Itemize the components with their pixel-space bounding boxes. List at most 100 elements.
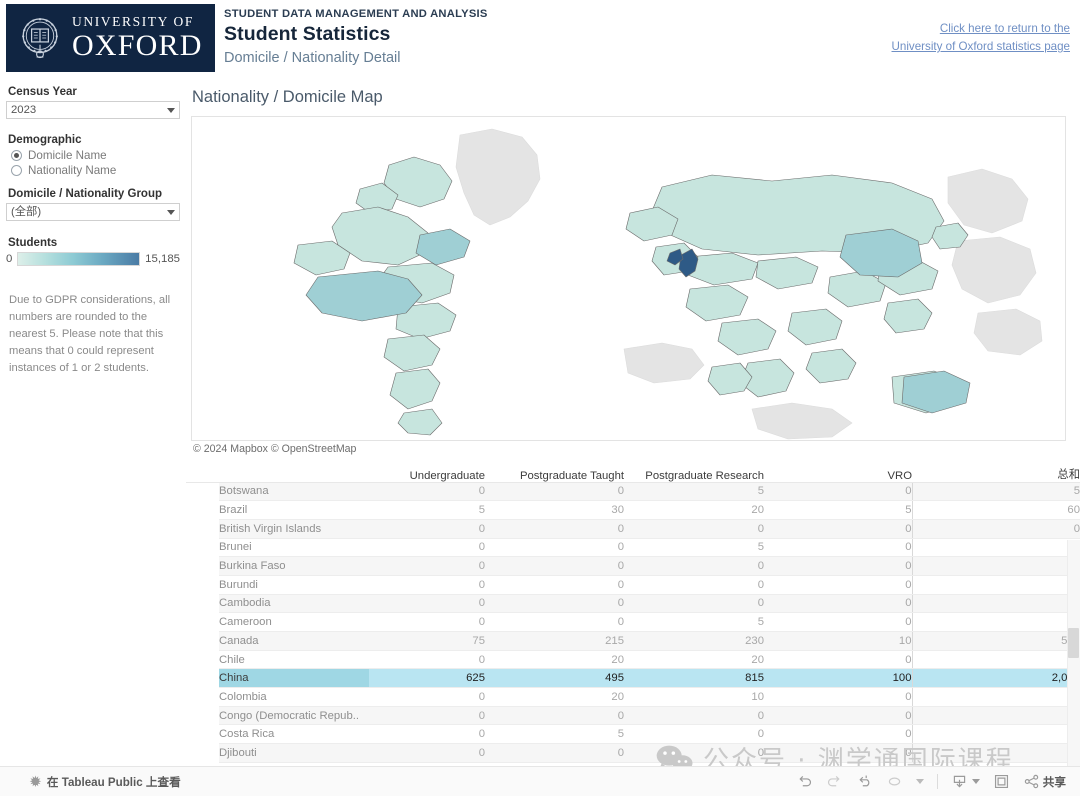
row-value-5[interactable]: 30 <box>911 687 1080 707</box>
row-value-1[interactable]: 0 <box>369 724 485 745</box>
row-value-3[interactable]: 5 <box>624 612 764 632</box>
row-value-4[interactable]: 0 <box>764 743 912 763</box>
row-country-name[interactable]: British Virgin Islands <box>219 519 369 539</box>
radio-nationality-name[interactable]: Nationality Name <box>11 164 180 177</box>
row-country-name[interactable]: Botswana <box>219 482 369 502</box>
col-header-postgraduate-taught[interactable]: Postgraduate Taught <box>485 460 624 483</box>
col-header-total[interactable]: 总和 <box>912 460 1080 483</box>
row-value-3[interactable]: 20 <box>624 500 764 520</box>
row-value-1[interactable]: 0 <box>369 519 485 539</box>
row-value-2[interactable]: 495 <box>485 668 624 689</box>
row-value-3[interactable]: 20 <box>624 650 764 670</box>
row-value-3[interactable]: 0 <box>624 743 764 763</box>
row-value-3[interactable]: 10 <box>624 687 764 707</box>
share-button[interactable]: 共享 <box>1023 773 1066 790</box>
row-value-4[interactable]: 0 <box>764 612 912 632</box>
view-on-tableau-public-button[interactable]: ✹ 在 Tableau Public 上查看 <box>30 774 181 790</box>
table-row[interactable]: Costa Rica050010 <box>186 724 1080 745</box>
row-country-name[interactable]: Burkina Faso <box>219 556 369 576</box>
row-value-5[interactable]: 0 <box>911 706 1080 726</box>
row-value-2[interactable]: 0 <box>485 575 624 595</box>
table-row[interactable]: Brunei00505 <box>186 538 1080 558</box>
row-value-4[interactable]: 0 <box>764 482 912 502</box>
row-value-2[interactable]: 215 <box>485 631 624 651</box>
row-value-4[interactable]: 0 <box>764 724 912 745</box>
row-value-5[interactable]: 40 <box>911 650 1080 670</box>
table-row[interactable]: Chile02020040 <box>186 650 1080 670</box>
row-value-1[interactable]: 0 <box>369 650 485 670</box>
row-value-3[interactable]: 0 <box>624 575 764 595</box>
table-row[interactable]: Brazil 5 30 20 5 60 <box>186 500 1080 520</box>
row-value-4[interactable]: 0 <box>764 706 912 726</box>
table-row[interactable]: Djibouti00000 <box>186 743 1080 763</box>
row-value-5[interactable]: 5 <box>911 482 1080 502</box>
row-value-2[interactable]: 0 <box>485 743 624 763</box>
table-row[interactable]: Cambodia00000 <box>186 594 1080 614</box>
fullscreen-button[interactable] <box>993 773 1010 790</box>
pause-dropdown-button[interactable] <box>915 779 924 784</box>
row-value-5[interactable]: 60 <box>911 500 1080 520</box>
row-value-3[interactable]: 230 <box>624 631 764 651</box>
table-vertical-scrollbar[interactable] <box>1067 540 1080 796</box>
return-to-statistics-link[interactable]: Click here to return to the University o… <box>840 20 1070 56</box>
row-value-2[interactable]: 0 <box>485 482 624 502</box>
row-value-5[interactable]: 0 <box>911 743 1080 763</box>
row-country-name[interactable]: Canada <box>219 631 369 651</box>
row-value-5[interactable]: 5 <box>911 612 1080 632</box>
download-button[interactable] <box>951 773 980 790</box>
row-value-1[interactable]: 0 <box>369 687 485 707</box>
row-country-name[interactable]: Congo (Democratic Repub.. <box>219 706 369 726</box>
table-row[interactable]: British Virgin Islands 0 0 0 0 0 <box>186 519 1080 539</box>
row-country-name[interactable]: Chile <box>219 650 369 670</box>
row-value-5[interactable]: 0 <box>911 556 1080 576</box>
row-value-3[interactable]: 0 <box>624 519 764 539</box>
group-dropdown[interactable]: (全部) <box>6 203 180 221</box>
scrollbar-thumb[interactable] <box>1068 628 1079 658</box>
row-value-2[interactable]: 0 <box>485 706 624 726</box>
row-value-1[interactable]: 0 <box>369 743 485 763</box>
table-row[interactable]: China 625 495 815 100 2,035 <box>186 668 1080 689</box>
table-row[interactable]: Congo (Democratic Repub..00000 <box>186 706 1080 726</box>
row-value-2[interactable]: 20 <box>485 687 624 707</box>
row-country-name[interactable]: Cameroon <box>219 612 369 632</box>
undo-button[interactable] <box>796 773 813 790</box>
row-value-3[interactable]: 0 <box>624 724 764 745</box>
row-value-3[interactable]: 5 <box>624 482 764 502</box>
col-header-vro[interactable]: VRO <box>764 460 912 483</box>
redo-button[interactable] <box>826 773 843 790</box>
table-row[interactable]: Botswana 0 0 5 0 5 <box>186 482 1080 502</box>
row-value-1[interactable]: 0 <box>369 594 485 614</box>
row-value-1[interactable]: 0 <box>369 612 485 632</box>
row-value-3[interactable]: 0 <box>624 706 764 726</box>
census-year-dropdown[interactable]: 2023 <box>6 101 180 119</box>
row-value-2[interactable]: 5 <box>485 724 624 745</box>
row-value-4[interactable]: 0 <box>764 575 912 595</box>
row-value-1[interactable]: 625 <box>369 668 485 689</box>
row-value-3[interactable]: 815 <box>624 668 764 689</box>
table-row[interactable]: Cameroon00505 <box>186 612 1080 632</box>
table-row[interactable]: Colombia02010030 <box>186 687 1080 707</box>
row-value-2[interactable]: 0 <box>485 612 624 632</box>
row-value-3[interactable]: 0 <box>624 556 764 576</box>
return-link-line1[interactable]: Click here to return to the <box>840 20 1070 38</box>
revert-button[interactable] <box>856 773 873 790</box>
col-header-undergraduate[interactable]: Undergraduate <box>369 460 485 483</box>
row-value-4[interactable]: 10 <box>764 631 912 651</box>
row-country-name[interactable]: Brunei <box>219 538 369 558</box>
row-country-name[interactable]: Brazil <box>219 500 369 520</box>
row-value-4[interactable]: 0 <box>764 650 912 670</box>
row-value-5[interactable]: 5 <box>911 538 1080 558</box>
row-country-name[interactable]: Colombia <box>219 687 369 707</box>
row-value-5[interactable]: 530 <box>911 631 1080 651</box>
row-value-2[interactable]: 30 <box>485 500 624 520</box>
row-value-4[interactable]: 0 <box>764 687 912 707</box>
data-table-container[interactable]: Undergraduate Postgraduate Taught Postgr… <box>186 460 1080 766</box>
table-row[interactable]: Burkina Faso00000 <box>186 556 1080 576</box>
row-value-1[interactable]: 0 <box>369 706 485 726</box>
row-value-4[interactable]: 0 <box>764 519 912 539</box>
row-value-1[interactable]: 75 <box>369 631 485 651</box>
row-value-5[interactable]: 10 <box>911 724 1080 745</box>
row-value-1[interactable]: 0 <box>369 482 485 502</box>
row-country-name[interactable]: Costa Rica <box>219 724 369 745</box>
row-value-2[interactable]: 20 <box>485 650 624 670</box>
